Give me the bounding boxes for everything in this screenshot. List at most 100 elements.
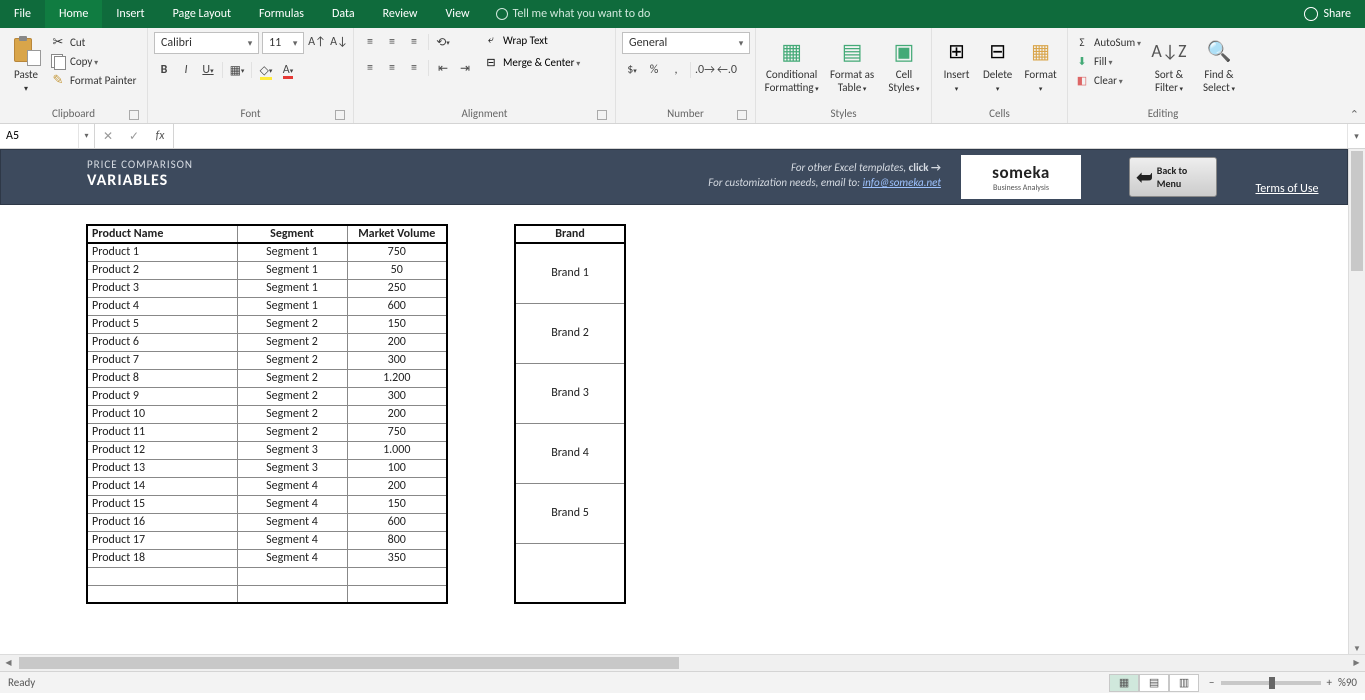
table-row[interactable]: Product 4Segment 1600 [87, 297, 447, 315]
zoom-slider[interactable] [1221, 681, 1321, 685]
font-name-combo[interactable]: Calibri▾ [154, 32, 259, 54]
format-as-table-button[interactable]: ▤ Format as Table ▾ [825, 32, 879, 95]
table-row[interactable]: Product 11Segment 2750 [87, 423, 447, 441]
table-row[interactable]: Product 13Segment 3100 [87, 459, 447, 477]
number-dialog-launcher[interactable] [737, 110, 747, 120]
align-left-button[interactable]: ≡ [360, 58, 380, 78]
table-row[interactable]: Product 1Segment 1750 [87, 243, 447, 261]
align-top-button[interactable]: ≡ [360, 32, 380, 52]
tab-insert[interactable]: Insert [102, 0, 158, 28]
tab-data[interactable]: Data [318, 0, 369, 28]
delete-cells-button[interactable]: ⊟ Delete▾ [979, 32, 1016, 95]
font-dialog-launcher[interactable] [335, 110, 345, 120]
insert-function-button[interactable]: fx [147, 129, 173, 143]
format-painter-button[interactable]: Format Painter [50, 72, 136, 88]
table-row[interactable] [515, 543, 625, 603]
fill-button[interactable]: ⬇Fill [1074, 53, 1141, 69]
italic-button[interactable]: I [176, 60, 196, 80]
page-layout-view-button[interactable]: ▤ [1139, 674, 1169, 692]
paste-button[interactable]: Paste▾ [6, 32, 46, 96]
cancel-formula-button[interactable]: ✕ [95, 129, 121, 144]
merge-center-button[interactable]: ⊟Merge & Center [483, 54, 580, 70]
table-row[interactable]: Brand 5 [515, 483, 625, 543]
table-row[interactable]: Product 16Segment 4600 [87, 513, 447, 531]
tab-home[interactable]: Home [45, 0, 102, 28]
back-to-menu-button[interactable]: ➥ Back toMenu [1129, 157, 1217, 197]
table-row[interactable]: Product 3Segment 1250 [87, 279, 447, 297]
table-row[interactable]: Product 10Segment 2200 [87, 405, 447, 423]
decrease-decimal-button[interactable]: ←.0 [717, 60, 737, 80]
table-row[interactable]: Product 14Segment 4200 [87, 477, 447, 495]
horizontal-scrollbar[interactable]: ◀▶ [0, 654, 1365, 671]
clipboard-dialog-launcher[interactable] [129, 110, 139, 120]
cut-button[interactable]: Cut [50, 34, 136, 50]
tab-view[interactable]: View [432, 0, 484, 28]
orientation-button[interactable]: ⟲ ▾ [433, 32, 453, 52]
insert-cells-button[interactable]: ⊞ Insert▾ [938, 32, 975, 95]
name-box-dropdown[interactable]: ▾ [78, 124, 94, 148]
table-row[interactable]: Product 6Segment 2200 [87, 333, 447, 351]
cell-styles-button[interactable]: ▣ Cell Styles ▾ [883, 32, 925, 95]
brands-table[interactable]: Brand Brand 1Brand 2Brand 3Brand 4Brand … [514, 224, 626, 604]
number-format-combo[interactable]: General▾ [622, 32, 750, 54]
table-row[interactable]: Product 18Segment 4350 [87, 549, 447, 567]
decrease-indent-button[interactable]: ⇤ [433, 58, 453, 78]
copy-button[interactable]: Copy [50, 53, 136, 69]
table-row[interactable]: Product 7Segment 2300 [87, 351, 447, 369]
table-row[interactable]: Product 8Segment 21.200 [87, 369, 447, 387]
bold-button[interactable]: B [154, 60, 174, 80]
table-row[interactable]: Product 15Segment 4150 [87, 495, 447, 513]
table-row[interactable] [87, 585, 447, 603]
borders-button[interactable]: ▦ ▾ [227, 60, 247, 80]
table-row[interactable]: Brand 4 [515, 423, 625, 483]
format-cells-button[interactable]: ▦ Format▾ [1020, 32, 1061, 95]
someka-logo[interactable]: someka Business Analysis [961, 155, 1081, 199]
page-break-view-button[interactable]: ▥ [1169, 674, 1199, 692]
formula-input[interactable] [174, 124, 1347, 148]
sort-filter-button[interactable]: A↓Z Sort & Filter ▾ [1147, 32, 1191, 95]
enter-formula-button[interactable]: ✓ [121, 129, 147, 144]
find-select-button[interactable]: 🔍 Find & Select ▾ [1197, 32, 1241, 95]
increase-indent-button[interactable]: ⇥ [455, 58, 475, 78]
table-row[interactable]: Product 5Segment 2150 [87, 315, 447, 333]
share-button[interactable]: Share [1290, 0, 1365, 28]
table-row[interactable]: Product 12Segment 31.000 [87, 441, 447, 459]
align-bottom-button[interactable]: ≡ [404, 32, 424, 52]
terms-of-use-link[interactable]: Terms of Use [1256, 182, 1319, 196]
fill-color-button[interactable]: ◇ ▾ [256, 60, 276, 80]
worksheet[interactable]: PRICE COMPARISON VARIABLES For other Exc… [0, 149, 1348, 654]
zoom-in-button[interactable]: + [1327, 676, 1332, 689]
table-row[interactable]: Product 9Segment 2300 [87, 387, 447, 405]
tab-formulas[interactable]: Formulas [245, 0, 318, 28]
normal-view-button[interactable]: ▦ [1109, 674, 1139, 692]
zoom-out-button[interactable]: − [1209, 676, 1214, 689]
conditional-formatting-button[interactable]: ▦ Conditional Formatting ▾ [762, 32, 821, 95]
wrap-text-button[interactable]: ⤶Wrap Text [483, 32, 580, 48]
alignment-dialog-launcher[interactable] [597, 110, 607, 120]
align-right-button[interactable]: ≡ [404, 58, 424, 78]
table-row[interactable]: Brand 1 [515, 243, 625, 303]
underline-button[interactable]: U ▾ [198, 60, 218, 80]
tell-me-search[interactable]: Tell me what you want to do [484, 0, 663, 28]
products-table[interactable]: Product Name Segment Market Volume Produ… [86, 224, 448, 604]
percent-format-button[interactable]: % [644, 60, 664, 80]
expand-formula-bar[interactable]: ▾ [1347, 124, 1365, 148]
table-row[interactable]: Brand 2 [515, 303, 625, 363]
accounting-format-button[interactable]: $ ▾ [622, 60, 642, 80]
increase-decimal-button[interactable]: .0→ [695, 60, 715, 80]
increase-font-button[interactable]: A↑ [307, 32, 327, 52]
vertical-scrollbar[interactable]: ▲▼ [1348, 149, 1365, 654]
name-box[interactable]: ▾ [0, 124, 95, 148]
zoom-level[interactable]: %90 [1338, 676, 1357, 689]
tab-review[interactable]: Review [369, 0, 432, 28]
tab-page-layout[interactable]: Page Layout [159, 0, 245, 28]
align-middle-button[interactable]: ≡ [382, 32, 402, 52]
table-row[interactable]: Product 17Segment 4800 [87, 531, 447, 549]
collapse-ribbon-button[interactable]: ⌃ [1350, 108, 1359, 121]
font-color-button[interactable]: A ▾ [278, 60, 298, 80]
tab-file[interactable]: File [0, 0, 45, 28]
autosum-button[interactable]: ΣAutoSum [1074, 34, 1141, 50]
table-row[interactable]: Product 2Segment 150 [87, 261, 447, 279]
name-box-input[interactable] [0, 129, 78, 143]
clear-button[interactable]: ◧Clear [1074, 72, 1141, 88]
